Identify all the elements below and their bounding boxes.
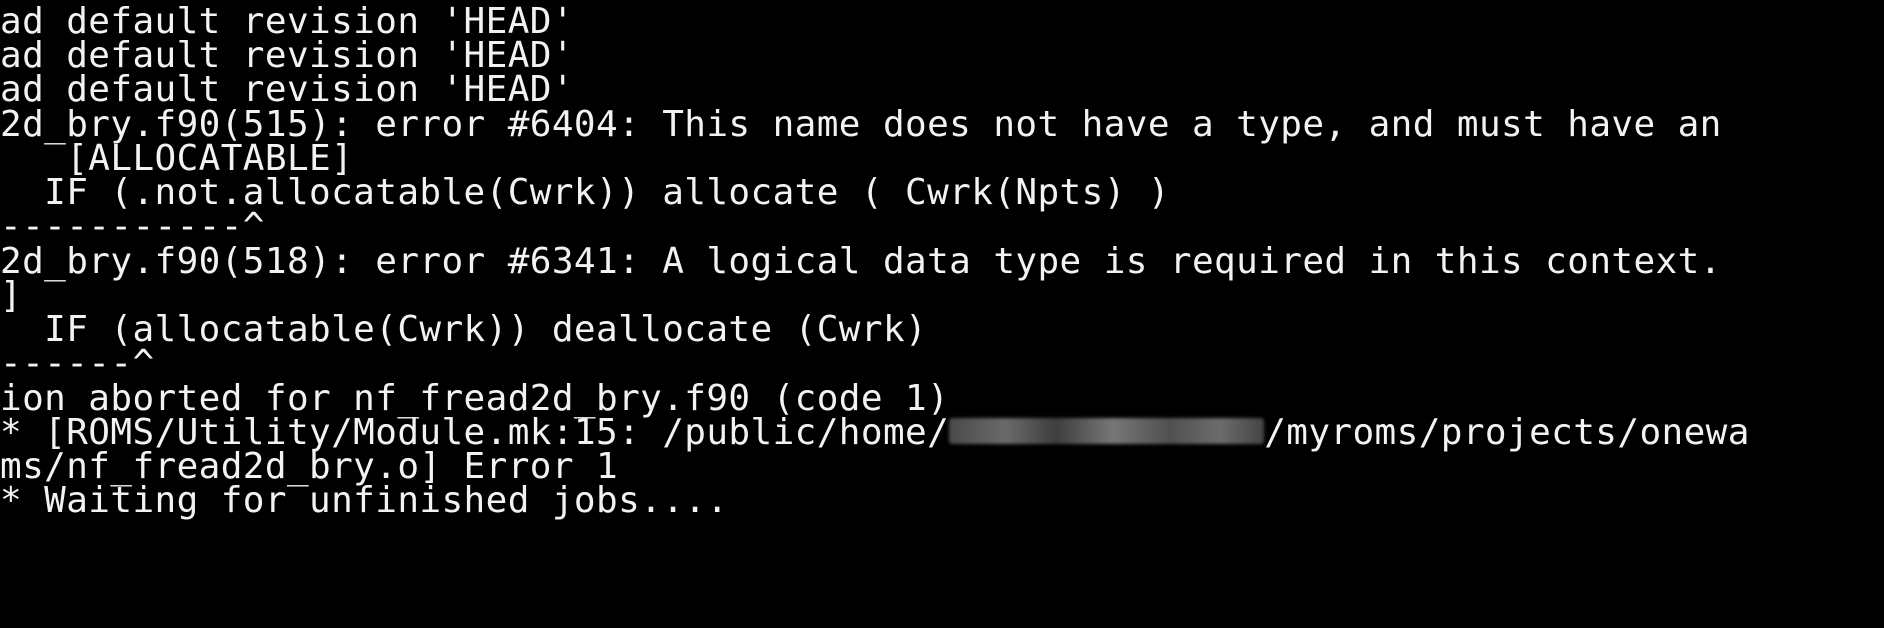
terminal-window[interactable]: ad default revision 'HEAD' ad default re… — [0, 0, 1884, 628]
terminal-line: * Waiting for unfinished jobs.... — [0, 480, 729, 521]
terminal-line: 2d_bry.f90(518): error #6341: A logical … — [0, 241, 1722, 282]
terminal-text: /myroms/projects/onewa — [1264, 412, 1750, 453]
redacted-username — [949, 418, 1265, 444]
